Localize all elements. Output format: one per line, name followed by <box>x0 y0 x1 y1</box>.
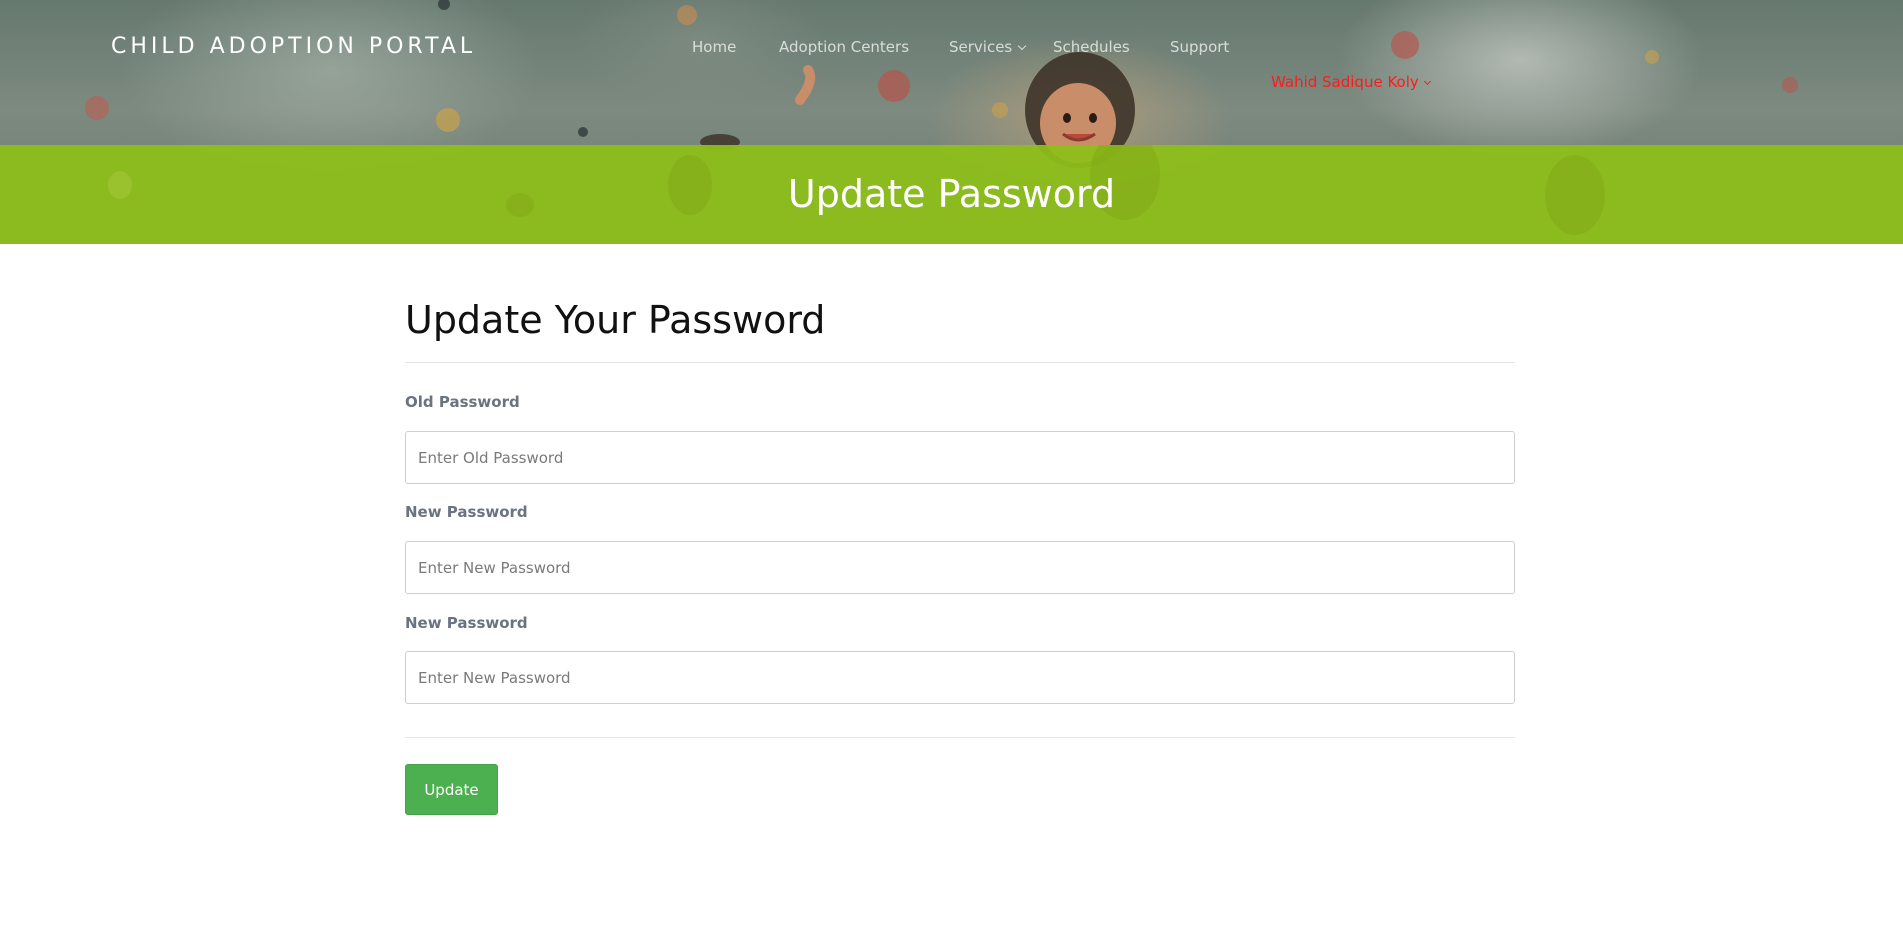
nav-item-services-label: Services <box>949 38 1013 56</box>
divider <box>405 737 1515 738</box>
old-password-label: Old Password <box>405 393 520 411</box>
site-brand-logo[interactable]: CHILD ADOPTION PORTAL <box>111 34 476 59</box>
nav-item-adoption-centers[interactable]: Adoption Centers <box>779 38 909 56</box>
user-menu-dropdown[interactable]: Wahid Sadique Koly <box>1271 73 1431 91</box>
chevron-down-icon <box>1423 77 1431 86</box>
page-title-banner: Update Password <box>0 145 1903 244</box>
new-password-label: New Password <box>405 503 528 521</box>
confirm-password-field[interactable] <box>405 651 1515 704</box>
divider <box>405 362 1515 363</box>
chevron-down-icon <box>1018 41 1027 51</box>
form-heading: Update Your Password <box>405 298 826 342</box>
confirm-password-label: New Password <box>405 614 528 632</box>
nav-item-home[interactable]: Home <box>692 38 736 56</box>
nav-item-services[interactable]: Services <box>949 38 1027 56</box>
update-button[interactable]: Update <box>405 764 498 815</box>
nav-item-schedules[interactable]: Schedules <box>1053 38 1130 56</box>
old-password-field[interactable] <box>405 431 1515 484</box>
user-name: Wahid Sadique Koly <box>1271 73 1419 91</box>
nav-item-support[interactable]: Support <box>1170 38 1229 56</box>
new-password-field[interactable] <box>405 541 1515 594</box>
hero-header: CHILD ADOPTION PORTAL Home Adoption Cent… <box>0 0 1903 244</box>
page-title: Update Password <box>787 172 1116 216</box>
